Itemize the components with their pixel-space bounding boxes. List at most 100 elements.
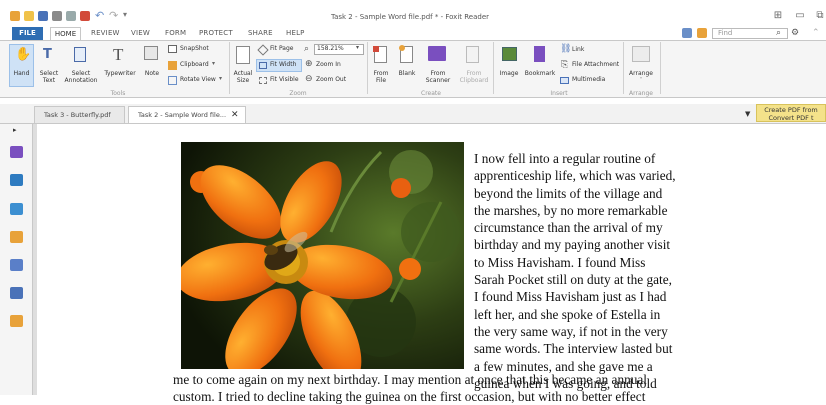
properties-icon[interactable]	[66, 11, 76, 21]
typewriter-label[interactable]: Typewriter	[102, 70, 138, 77]
multimedia-icon	[560, 77, 569, 84]
arrange-group-label: Arrange	[629, 90, 653, 97]
pages-panel-icon[interactable]	[10, 174, 23, 186]
expand-ribbon-icon[interactable]: ⌃	[812, 28, 820, 38]
rotate-view-icon	[168, 76, 177, 85]
tab-view[interactable]: VIEW	[131, 29, 150, 37]
open-icon[interactable]	[24, 11, 34, 21]
text-line: I found Miss Havisham just as I had	[474, 289, 667, 305]
blank-badge-icon	[399, 45, 405, 51]
rotate-view-dropdown-icon[interactable]: ▾	[219, 75, 222, 82]
from-clipboard-label-1[interactable]: From	[458, 70, 490, 77]
bookmarks-panel-icon[interactable]	[10, 146, 23, 158]
tab-help[interactable]: HELP	[286, 29, 305, 37]
translate-icon[interactable]	[682, 28, 692, 38]
from-scanner-icon[interactable]	[428, 46, 446, 61]
tab-file[interactable]: FILE	[12, 27, 43, 40]
security-lock-icon[interactable]	[10, 315, 23, 327]
print-icon[interactable]	[52, 11, 62, 21]
tab-protect[interactable]: PROTECT	[199, 29, 233, 37]
tab-list-dropdown-icon[interactable]: ▼	[745, 110, 750, 118]
pdf-icon[interactable]	[80, 11, 90, 21]
arrange-icon[interactable]	[632, 46, 650, 62]
undo-icon[interactable]: ↶	[95, 9, 104, 22]
select-text-icon[interactable]: T	[43, 47, 52, 62]
zoom-level-value: 158.21%	[317, 45, 344, 52]
from-file-badge-icon	[373, 46, 379, 52]
create-pdf-banner-line1: Create PDF from	[764, 106, 818, 114]
fit-visible-icon	[259, 77, 267, 84]
text-line: same words. The interview lasted but	[474, 341, 673, 357]
comments-panel-icon[interactable]	[10, 231, 23, 243]
search-options-icon[interactable]	[697, 28, 707, 38]
tab-review[interactable]: REVIEW	[91, 29, 120, 37]
settings-icon[interactable]: ⚙	[791, 28, 799, 38]
separator	[660, 42, 661, 94]
from-file-label-1[interactable]: From	[370, 70, 392, 77]
from-clipboard-icon[interactable]	[466, 46, 479, 63]
arrange-label[interactable]: Arrange	[626, 70, 656, 77]
app-logo-icon	[10, 11, 20, 21]
clipboard-dropdown-icon[interactable]: ▾	[212, 60, 215, 67]
snapshot-button[interactable]: SnapShot	[180, 45, 209, 52]
document-flower-image	[181, 142, 464, 369]
blank-label[interactable]: Blank	[396, 70, 418, 77]
layout-icon[interactable]: ⊞	[772, 11, 784, 21]
customize-toolbar-icon[interactable]: ▾	[123, 10, 127, 19]
search-icon[interactable]: ⌕	[776, 28, 781, 38]
clipboard-icon	[168, 61, 177, 70]
zoom-out-button[interactable]: Zoom Out	[316, 76, 346, 83]
save-icon[interactable]	[38, 11, 48, 21]
fit-page-button[interactable]: Fit Page	[270, 45, 293, 52]
rotate-view-button[interactable]: Rotate View	[180, 76, 216, 83]
close-tab-icon[interactable]: ✕	[231, 110, 239, 120]
restore-button[interactable]: ⧉	[814, 11, 826, 21]
bookmark-icon[interactable]	[534, 46, 545, 62]
doc-tab-sample-word[interactable]: Task 2 - Sample Word file...	[128, 106, 246, 123]
image-label[interactable]: Image	[497, 70, 521, 77]
link-button[interactable]: Link	[572, 46, 584, 53]
separator	[367, 42, 368, 94]
typewriter-icon[interactable]: T	[113, 45, 123, 65]
select-annotation-label-2: Annotation	[64, 77, 98, 84]
minimize-button[interactable]: ▭	[794, 11, 806, 21]
find-placeholder: Find	[718, 29, 733, 37]
attachments-panel-icon[interactable]	[10, 259, 23, 271]
signatures-panel-icon[interactable]	[10, 287, 23, 299]
redo-icon[interactable]: ↷	[109, 9, 118, 22]
note-label[interactable]: Note	[142, 70, 162, 77]
text-line: to Miss Havisham. I found Miss	[474, 254, 646, 270]
actual-size-icon[interactable]	[236, 46, 250, 64]
zoom-in-icon: ⊕	[305, 59, 313, 69]
select-annotation-icon[interactable]	[74, 47, 86, 62]
file-attachment-button[interactable]: File Attachment	[572, 61, 619, 68]
arrange-dropdown-icon[interactable]: ˅	[626, 77, 656, 84]
separator	[623, 42, 624, 94]
text-line: the marshes, by no more remarkable	[474, 202, 668, 218]
zoom-group-label: Zoom	[289, 90, 307, 97]
separator	[493, 42, 494, 94]
select-text-label-1[interactable]: Select	[38, 70, 60, 77]
tab-form[interactable]: FORM	[165, 29, 186, 37]
multimedia-button[interactable]: Multimedia	[572, 76, 605, 83]
tab-home[interactable]: HOME	[50, 27, 81, 41]
create-pdf-banner[interactable]: Create PDF from Convert PDF t	[756, 104, 826, 122]
zoom-level-dropdown-icon[interactable]: ▾	[356, 44, 359, 51]
layers-panel-icon[interactable]	[10, 203, 23, 215]
select-annotation-label-1[interactable]: Select	[64, 70, 98, 77]
fit-width-label: Fit Width	[270, 61, 297, 68]
doc-tab-butterfly[interactable]: Task 3 - Butterfly.pdf	[34, 106, 125, 123]
tools-group-label: Tools	[110, 90, 126, 97]
tab-share[interactable]: SHARE	[248, 29, 273, 37]
fit-visible-button[interactable]: Fit Visible	[270, 76, 299, 83]
file-attachment-icon: ⎘	[561, 60, 569, 70]
actual-size-label-1[interactable]: Actual	[232, 70, 254, 77]
image-icon[interactable]	[502, 47, 517, 61]
zoom-in-button[interactable]: Zoom In	[316, 61, 341, 68]
clipboard-button[interactable]: Clipboard	[180, 61, 209, 68]
expand-sidebar-icon[interactable]: ▸	[13, 126, 17, 134]
from-file-label-2: File	[375, 77, 387, 84]
note-icon[interactable]	[144, 46, 158, 60]
from-scanner-label-1[interactable]: From	[422, 70, 454, 77]
bookmark-label[interactable]: Bookmark	[524, 70, 556, 77]
